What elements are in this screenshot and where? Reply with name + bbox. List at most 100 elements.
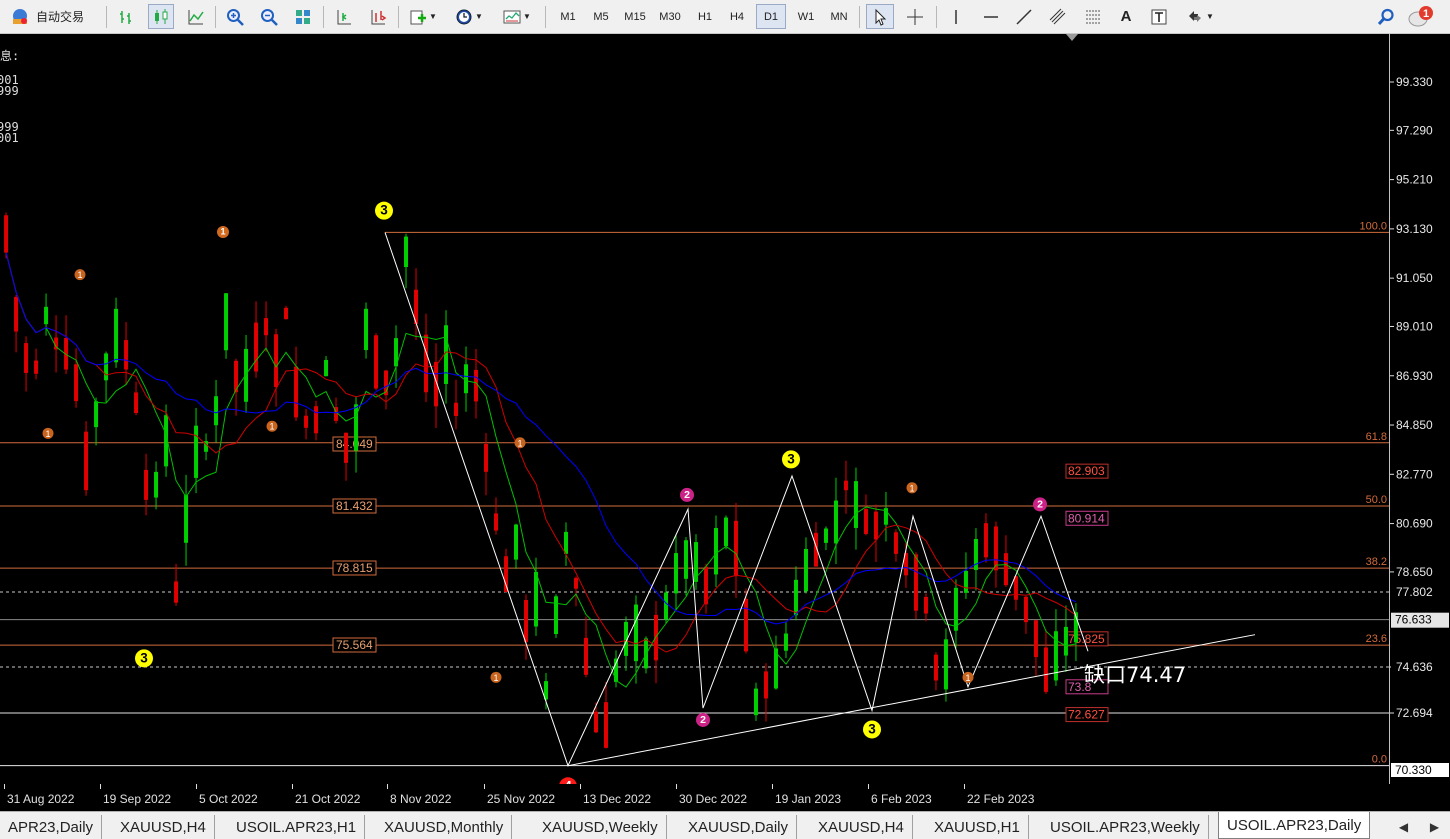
- price-tick-label: 97.290: [1396, 123, 1433, 137]
- candle-body: [364, 308, 369, 351]
- dropdown-arrow-icon: ▼: [429, 12, 437, 21]
- price-tick-label: 93.130: [1396, 222, 1433, 236]
- candle-body: [474, 369, 479, 402]
- date-tick-label: 5 Oct 2022: [199, 792, 258, 806]
- level-axis-label: 77.802: [1396, 585, 1433, 599]
- candle-body: [464, 364, 469, 394]
- chart-tab[interactable]: USOIL.APR23,Weekly: [1042, 815, 1209, 839]
- candle-body: [663, 592, 668, 620]
- scroll-right-icon[interactable]: ▶: [1419, 816, 1450, 838]
- candle-body: [294, 366, 299, 418]
- candle-body: [94, 401, 99, 428]
- info-text: 息:: [0, 48, 19, 63]
- zoom-in-button[interactable]: [222, 4, 248, 29]
- price-tick-label: 86.930: [1396, 369, 1433, 383]
- timeframe-d1[interactable]: D1: [756, 4, 786, 29]
- search-button[interactable]: [1374, 4, 1398, 29]
- line-chart-icon: [188, 9, 204, 24]
- date-tick-label: 8 Nov 2022: [390, 792, 452, 806]
- candle-body: [494, 513, 499, 531]
- wave-label: 1: [909, 483, 914, 493]
- candle-body: [893, 532, 898, 554]
- candle-body: [1063, 626, 1068, 656]
- fibonacci-button[interactable]: [1080, 4, 1106, 29]
- text-label-button[interactable]: [1146, 4, 1172, 29]
- candle-body: [304, 415, 309, 428]
- fib-level-label: 23.6: [1366, 633, 1387, 645]
- bar-chart-button[interactable]: [115, 4, 139, 29]
- candle-body: [534, 571, 539, 627]
- timeframe-h4[interactable]: H4: [722, 4, 752, 29]
- current-price-label: 76.633: [1395, 613, 1432, 627]
- candle-chart-button[interactable]: [148, 4, 174, 29]
- candle-body: [314, 406, 319, 434]
- timeframe-mn[interactable]: MN: [824, 4, 854, 29]
- chart-tab[interactable]: XAUUSD,Daily: [680, 815, 798, 839]
- autotrade-button[interactable]: 自动交易: [6, 4, 100, 29]
- chart-shift-button[interactable]: [331, 4, 357, 29]
- wave-label: 1: [45, 429, 50, 439]
- price-tick-label: 84.850: [1396, 418, 1433, 432]
- candle-body: [44, 306, 49, 325]
- chart-tab[interactable]: USOIL.APR23,Daily: [1218, 812, 1371, 839]
- chart-tab[interactable]: APR23,Daily: [0, 815, 103, 839]
- date-tick-mark: [4, 784, 5, 789]
- timeframe-m5[interactable]: M5: [586, 4, 616, 29]
- channel-button[interactable]: [1044, 4, 1072, 29]
- autotrade-label: 自动交易: [36, 10, 85, 24]
- date-tick-label: 21 Oct 2022: [295, 792, 361, 806]
- vertical-line-button[interactable]: [945, 4, 967, 29]
- tile-windows-button[interactable]: [290, 4, 316, 29]
- timeframe-m15[interactable]: M15: [620, 4, 650, 29]
- chart-tab[interactable]: XAUUSD,Weekly: [534, 815, 667, 839]
- arrows-button[interactable]: ▼: [1180, 4, 1220, 29]
- line-chart-button[interactable]: [183, 4, 209, 29]
- candle-body: [324, 359, 329, 377]
- level-axis-label: 74.636: [1396, 660, 1433, 674]
- periods-button[interactable]: ▼: [449, 4, 489, 29]
- timeframe-m1[interactable]: M1: [553, 4, 583, 29]
- vertical-line-icon: [955, 9, 957, 24]
- notifications-button[interactable]: 1: [1406, 4, 1436, 29]
- trendline-icon: [1016, 8, 1032, 25]
- cursor-button[interactable]: [866, 4, 894, 29]
- chart-tab[interactable]: XAUUSD,H4: [112, 815, 215, 839]
- chart-tab[interactable]: USOIL.APR23,H1: [228, 815, 366, 839]
- trendline-button[interactable]: [1011, 4, 1037, 29]
- timeframe-h1[interactable]: H1: [690, 4, 720, 29]
- candle-body: [514, 524, 519, 560]
- date-tick-mark: [484, 784, 485, 789]
- crosshair-button[interactable]: [902, 4, 928, 29]
- scroll-left-icon[interactable]: ◀: [1388, 816, 1419, 838]
- indicators-button[interactable]: ▼: [405, 4, 441, 29]
- candle-body: [1013, 576, 1018, 600]
- zoom-out-button[interactable]: [256, 4, 282, 29]
- tab-scroll-buttons[interactable]: ◀ ▶: [1388, 816, 1450, 838]
- chart-canvas[interactable]: 100.061.850.038.223.60.084.04981.43278.8…: [0, 34, 1389, 784]
- chart-tab[interactable]: XAUUSD,H1: [926, 815, 1029, 839]
- candle-body: [504, 556, 509, 592]
- horizontal-line-button[interactable]: [978, 4, 1004, 29]
- candle-body: [993, 526, 998, 571]
- candle-body: [214, 396, 219, 426]
- candle-body: [933, 654, 938, 681]
- price-chart[interactable]: 100.061.850.038.223.60.084.04981.43278.8…: [0, 34, 1389, 784]
- right-tag: 75.825: [1068, 632, 1105, 646]
- chart-tab[interactable]: XAUUSD,H4: [810, 815, 913, 839]
- autoscroll-button[interactable]: [365, 4, 391, 29]
- candle-body: [4, 215, 9, 253]
- candle-body: [84, 431, 89, 491]
- price-axis[interactable]: 99.330 97.290 95.210 93.130 91.050 89.010 86.9…: [1389, 34, 1450, 784]
- candle-body: [743, 598, 748, 652]
- candle-body: [454, 402, 459, 417]
- candle-body: [953, 587, 958, 631]
- candle-body: [134, 392, 139, 414]
- chart-tab[interactable]: XAUUSD,Monthly: [376, 815, 513, 839]
- date-tick-label: 30 Dec 2022: [679, 792, 748, 806]
- time-axis[interactable]: 31 Aug 2022 19 Sep 2022 5 Oct 2022 21 Oct 2…: [0, 784, 1450, 811]
- timeframe-w1[interactable]: W1: [791, 4, 821, 29]
- timeframe-m30[interactable]: M30: [655, 4, 685, 29]
- text-tool-button[interactable]: A: [1113, 4, 1139, 29]
- fib-level-label: 0.0: [1372, 754, 1387, 766]
- templates-button[interactable]: ▼: [497, 4, 537, 29]
